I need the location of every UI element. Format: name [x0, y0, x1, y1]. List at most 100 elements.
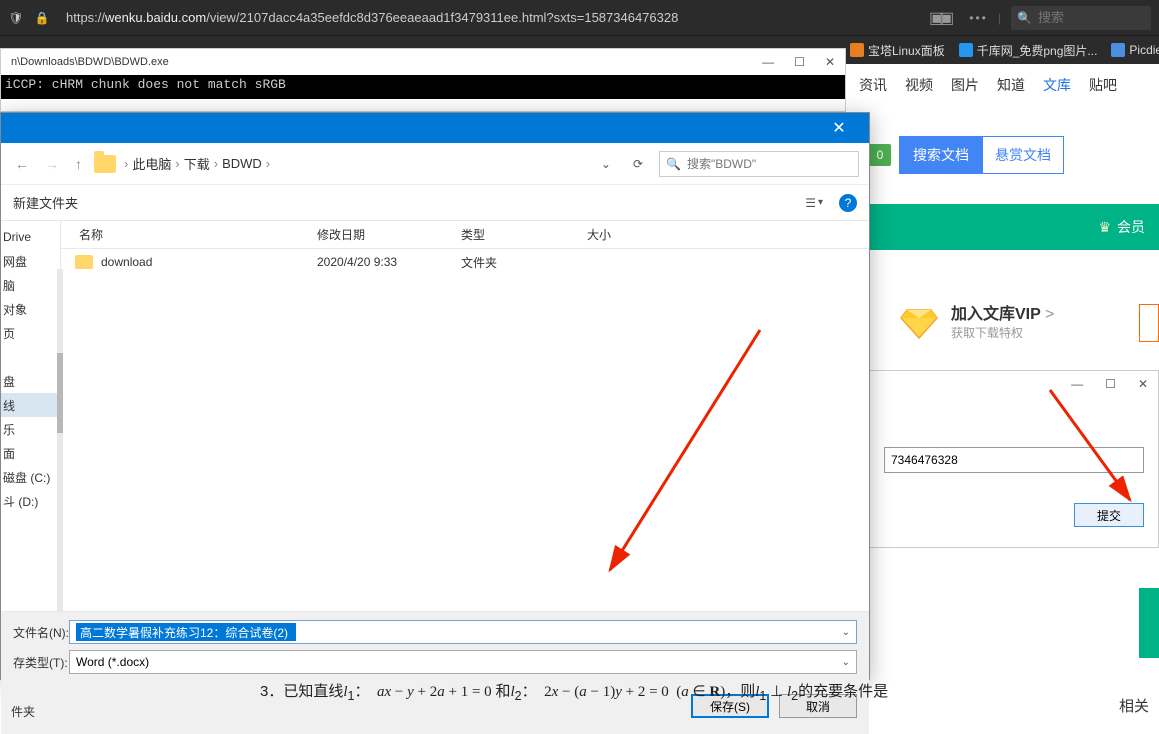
document-content-line: 3．已知直线l1： ax − y + 2a + 1 = 0 和l2： 2x − … [260, 680, 888, 703]
chevron-right-icon: › [175, 156, 179, 171]
console-output: iCCP: cHRM chunk does not match sRGB [1, 75, 845, 99]
bookmark-label: 千库网_免费png图片... [977, 42, 1098, 59]
sidebar-item[interactable] [1, 345, 60, 369]
url-path: /view/2107dacc4a35eefdc8d376eeaeaad1f347… [206, 10, 678, 25]
breadcrumb-current[interactable]: BDWD [222, 156, 262, 171]
search-document-button[interactable]: 搜索文档 [899, 136, 983, 174]
maximize-icon[interactable]: ☐ [794, 55, 805, 69]
minimize-icon[interactable]: — [1071, 377, 1083, 391]
submit-button[interactable]: 提交 [1074, 503, 1144, 527]
lock-warning-icon[interactable]: 🔒 [34, 10, 50, 26]
file-name: download [101, 255, 152, 269]
column-type[interactable]: 类型 [461, 226, 587, 243]
column-date[interactable]: 修改日期 [317, 226, 461, 243]
bookmark-qianku[interactable]: 千库网_免费png图片... [959, 42, 1098, 59]
breadcrumb-downloads[interactable]: 下载 [184, 154, 210, 173]
close-icon[interactable]: ✕ [819, 118, 859, 138]
bookmark-baota[interactable]: 宝塔Linux面板 [850, 42, 945, 59]
baidu-top-nav: 资讯 视频 图片 知道 文库 贴吧 [849, 70, 1159, 100]
refresh-icon[interactable]: ⟳ [625, 157, 651, 171]
vip-subtitle: 获取下载特权 [951, 324, 1054, 341]
notification-badge[interactable]: 0 [869, 144, 891, 166]
chevron-down-icon: ⌄ [842, 657, 850, 668]
chevron-right-icon: › [124, 156, 128, 171]
submit-dialog: — ☐ ✕ 提交 [869, 370, 1159, 548]
reader-mode-icon[interactable]: ▣▣ [929, 8, 949, 28]
vip-ad-block[interactable]: 加入文库VIP > 获取下载特权 [879, 290, 1159, 350]
sidebar-item[interactable]: 对象 [1, 297, 60, 321]
divider: | [998, 11, 1001, 25]
dialog-search-box[interactable]: 🔍 [659, 151, 859, 177]
file-type: 文件夹 [461, 254, 587, 271]
page-actions-icon[interactable]: ••• [969, 11, 988, 25]
chevron-down-icon[interactable]: ⌄ [842, 627, 850, 638]
filetype-select[interactable]: Word (*.docx) ⌄ [69, 650, 857, 674]
maximize-icon[interactable]: ☐ [1105, 377, 1116, 391]
save-dialog-bottom: 文件名(N): ⌄ 存类型(T): Word (*.docx) ⌄ 件夹 保存(… [1, 611, 869, 734]
folder-icon [94, 155, 116, 173]
bookmark-picdie[interactable]: Picdie [1111, 43, 1159, 57]
favicon-icon [1111, 43, 1125, 57]
breadcrumb-dropdown-icon[interactable]: ⌄ [595, 157, 617, 171]
vip-banner-label: 会员 [1117, 217, 1145, 237]
close-icon[interactable]: ✕ [825, 55, 835, 69]
favicon-icon [850, 43, 864, 57]
filename-input[interactable] [76, 623, 296, 641]
sidebar-item[interactable]: Drive [1, 225, 60, 249]
dialog-search-input[interactable] [687, 157, 852, 171]
sidebar-item[interactable]: 线 [1, 393, 60, 417]
help-icon[interactable]: ? [839, 194, 857, 212]
breadcrumb-pc[interactable]: 此电脑 [132, 154, 171, 173]
side-tab[interactable] [1139, 588, 1159, 658]
nav-wenku[interactable]: 文库 [1043, 75, 1071, 95]
console-window: n\Downloads\BDWD\BDWD.exe — ☐ ✕ iCCP: cH… [0, 48, 846, 112]
vip-title: 加入文库VIP > [951, 300, 1054, 324]
vip-action-button[interactable] [1139, 304, 1159, 342]
sidebar-item[interactable]: 脑 [1, 273, 60, 297]
shield-icon[interactable]: 🛡 [8, 10, 24, 26]
minimize-icon[interactable]: — [762, 55, 774, 69]
sidebar-item[interactable]: 乐 [1, 417, 60, 441]
filetype-value: Word (*.docx) [76, 655, 149, 669]
up-icon[interactable]: ↑ [71, 156, 86, 172]
url-display[interactable]: https://wenku.baidu.com/view/2107dacc4a3… [60, 10, 919, 25]
vip-banner-strip[interactable]: ♛ 会员 [869, 204, 1159, 250]
nav-news[interactable]: 资讯 [859, 75, 887, 95]
forward-icon[interactable]: → [41, 156, 63, 172]
sidebar-item[interactable]: 盘 [1, 369, 60, 393]
sidebar-scrollbar-thumb[interactable] [57, 353, 63, 433]
sidebar-item[interactable]: 面 [1, 441, 60, 465]
nav-tieba[interactable]: 贴吧 [1089, 75, 1117, 95]
breadcrumb[interactable]: › 此电脑 › 下载 › BDWD › [124, 154, 587, 173]
nav-zhidao[interactable]: 知道 [997, 75, 1025, 95]
sidebar-item[interactable]: 网盘 [1, 249, 60, 273]
browser-address-bar: 🛡 🔒 https://wenku.baidu.com/view/2107dac… [0, 0, 1159, 36]
bounty-document-button[interactable]: 悬赏文档 [983, 136, 1064, 174]
close-icon[interactable]: ✕ [1138, 377, 1148, 391]
file-date: 2020/4/20 9:33 [317, 255, 461, 269]
related-section-label: 相关 [1119, 695, 1149, 716]
new-folder-button[interactable]: 新建文件夹 [13, 193, 78, 212]
filename-field[interactable]: ⌄ [69, 620, 857, 644]
nav-video[interactable]: 视频 [905, 75, 933, 95]
column-size[interactable]: 大小 [587, 226, 707, 243]
back-icon[interactable]: ← [11, 156, 33, 172]
sidebar-item[interactable]: 斗 (D:) [1, 489, 60, 513]
sidebar-item[interactable]: 磁盘 (C:) [1, 465, 60, 489]
favicon-icon [959, 43, 973, 57]
nav-image[interactable]: 图片 [951, 75, 979, 95]
browser-search-box[interactable]: 🔍 [1011, 6, 1151, 30]
console-title-text: n\Downloads\BDWD\BDWD.exe [11, 56, 169, 68]
filename-label: 文件名(N): [13, 624, 63, 641]
browser-search-input[interactable] [1038, 10, 1118, 25]
view-options-icon[interactable]: ☰ ▾ [805, 196, 823, 210]
column-name[interactable]: 名称 [61, 226, 317, 243]
hide-folders-toggle[interactable]: 件夹 [11, 703, 35, 720]
url-host: wenku.baidu.com [105, 10, 206, 25]
sidebar-item[interactable]: 页 [1, 321, 60, 345]
save-dialog-toolbar: 新建文件夹 ☰ ▾ ? [1, 185, 869, 221]
sidebar-scrollbar-track [57, 269, 63, 645]
submit-url-input[interactable] [884, 447, 1144, 473]
table-row[interactable]: download 2020/4/20 9:33 文件夹 [61, 249, 869, 275]
save-dialog-titlebar: ✕ [1, 113, 869, 143]
